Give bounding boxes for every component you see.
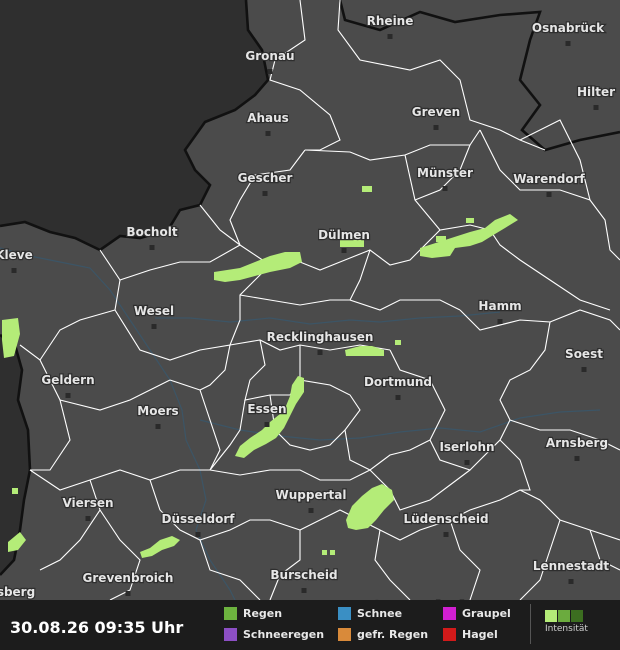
radar-map[interactable]: Rheine Osnabrück Gronau Hilter Ahaus Greven Mü…: [0, 0, 620, 650]
city-marker-lüdenscheid: [443, 532, 449, 537]
city-label-burscheid: Burscheid: [270, 568, 337, 582]
legend-item-regen: Regen: [224, 607, 282, 620]
legend-item-graupel: Graupel: [443, 607, 511, 620]
city-marker-gescher: [262, 191, 268, 196]
city-label-greven: Greven: [412, 105, 460, 119]
city-label-lüdenscheid: Lüdenscheid: [403, 512, 488, 526]
intensity-step-mid: [558, 610, 570, 622]
city-marker-geldern: [65, 393, 71, 398]
city-label-hilter: Hilter: [577, 85, 615, 99]
city-marker-hilter: [593, 105, 599, 110]
city-marker-soest: [581, 367, 587, 372]
city-label-warendorf: Warendorf: [513, 172, 585, 186]
city-marker-bocholt: [149, 245, 155, 250]
city-marker-iserlohn: [464, 460, 470, 465]
city-label-recklinghausen: Recklinghausen: [267, 330, 374, 344]
city-marker-kleve: [11, 268, 17, 273]
city-label-viersen: Viersen: [62, 496, 113, 510]
city-label-ahaus: Ahaus: [247, 111, 289, 125]
city-marker-gronau: [267, 69, 273, 74]
city-label-dortmund: Dortmund: [364, 375, 432, 389]
city-label-grevenbroich: Grevenbroich: [83, 571, 174, 585]
intensity-step-low: [545, 610, 557, 622]
city-label-soest: Soest: [565, 347, 603, 361]
legend-label: Hagel: [462, 628, 498, 641]
city-marker-recklinghausen: [317, 350, 323, 355]
city-marker-dortmund: [395, 395, 401, 400]
city-label-osnabrück: Osnabrück: [532, 21, 605, 35]
city-marker-wesel: [151, 324, 157, 329]
city-marker-viersen: [85, 516, 91, 521]
legend-swatch: [443, 607, 456, 620]
city-label-geldern: Geldern: [41, 373, 94, 387]
city-label-gronau: Gronau: [245, 49, 294, 63]
intensity-label: Intensität: [545, 624, 588, 634]
legend-item-schneeregen: Schneeregen: [224, 628, 324, 641]
legend-label: Regen: [243, 607, 283, 620]
city-marker-greven: [433, 125, 439, 130]
city-label-sberg: sberg: [0, 585, 35, 599]
city-marker-osnabrück: [565, 41, 571, 46]
city-marker-münster: [442, 186, 448, 191]
city-label-wesel: Wesel: [134, 304, 174, 318]
city-label-essen: Essen: [247, 402, 286, 416]
city-label-hamm: Hamm: [478, 299, 521, 313]
city-marker-dülmen: [341, 248, 347, 253]
legend-swatch: [338, 628, 351, 641]
legend-item-schnee: Schnee: [338, 607, 402, 620]
timestamp: 30.08.26 09:35 Uhr: [10, 618, 184, 637]
city-marker-hamm: [497, 319, 503, 324]
city-label-wuppertal: Wuppertal: [276, 488, 347, 502]
city-label-münster: Münster: [417, 166, 473, 180]
legend-swatch: [224, 607, 237, 620]
city-marker-rheine: [387, 34, 393, 39]
city-label-arnsberg: Arnsberg: [546, 436, 608, 450]
city-marker-burscheid: [301, 588, 307, 593]
city-label-rheine: Rheine: [367, 14, 414, 28]
legend-label: Schnee: [357, 607, 403, 620]
city-marker-düsseldorf: [195, 532, 201, 537]
legend-swatch: [224, 628, 237, 641]
city-marker-grevenbroich: [125, 591, 131, 596]
legend-item-hagel: Hagel: [443, 628, 498, 641]
intensity-steps: [545, 610, 615, 622]
city-marker-lennestadt: [568, 579, 574, 584]
legend-label: Schneeregen: [243, 628, 325, 641]
city-marker-wuppertal: [308, 508, 314, 513]
city-label-kleve: Kleve: [0, 248, 33, 262]
city-marker-ahaus: [265, 131, 271, 136]
city-marker-arnsberg: [574, 456, 580, 461]
legend-item-gefr-regen: gefr. Regen: [338, 628, 428, 641]
city-label-lennestadt: Lennestadt: [533, 559, 610, 573]
city-label-düsseldorf: Düsseldorf: [161, 512, 235, 526]
city-label-gescher: Gescher: [238, 171, 293, 185]
city-label-iserlohn: Iserlohn: [439, 440, 494, 454]
legend-swatch: [443, 628, 456, 641]
intensity-step-high: [571, 610, 583, 622]
city-marker-warendorf: [546, 192, 552, 197]
city-marker-moers: [155, 424, 161, 429]
legend-label: gefr. Regen: [357, 628, 429, 641]
legend-label: Graupel: [462, 607, 511, 620]
city-label-dülmen: Dülmen: [318, 228, 370, 242]
intensity-scale: Intensität: [545, 610, 615, 634]
city-label-bocholt: Bocholt: [126, 225, 177, 239]
city-label-moers: Moers: [137, 404, 178, 418]
city-marker-essen: [264, 422, 270, 427]
legend-swatch: [338, 607, 351, 620]
legend-divider: [530, 604, 531, 644]
